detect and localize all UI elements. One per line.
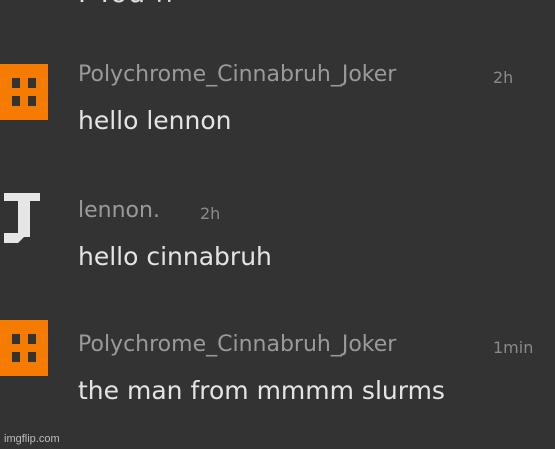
message-text: hello lennon <box>78 106 232 135</box>
orange-glyph-avatar[interactable] <box>0 64 48 120</box>
message-text: the man from mmmm slurms <box>78 376 445 405</box>
message-text: hello cinnabruh <box>78 242 272 271</box>
timestamp: 2h <box>493 68 514 87</box>
chat-message: Polychrome_Cinnabruh_Joker 1min the man … <box>0 320 555 412</box>
letter-j-avatar[interactable] <box>0 191 48 247</box>
previous-message-text: I You h <box>78 0 174 9</box>
chat-message: lennon. 2h hello cinnabruh <box>0 193 555 278</box>
timestamp: 2h <box>200 204 221 223</box>
username[interactable]: Polychrome_Cinnabruh_Joker <box>78 62 396 87</box>
chat-message: Polychrome_Cinnabruh_Joker 2h hello lenn… <box>0 62 555 142</box>
username[interactable]: lennon. <box>78 198 160 223</box>
orange-glyph-avatar[interactable] <box>0 320 48 376</box>
timestamp: 1min <box>493 338 534 357</box>
username[interactable]: Polychrome_Cinnabruh_Joker <box>78 332 396 357</box>
watermark: imgflip.com <box>4 433 60 445</box>
